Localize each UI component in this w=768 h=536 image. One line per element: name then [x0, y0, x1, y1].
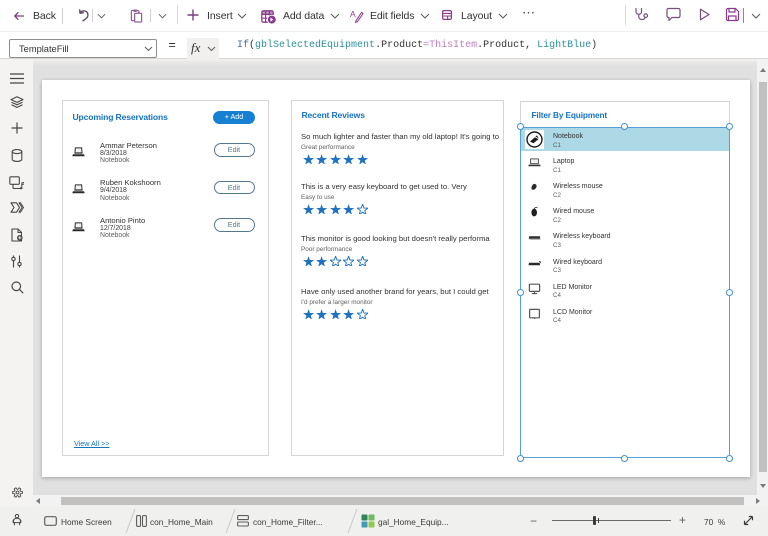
svg-text:A: A	[350, 9, 356, 19]
